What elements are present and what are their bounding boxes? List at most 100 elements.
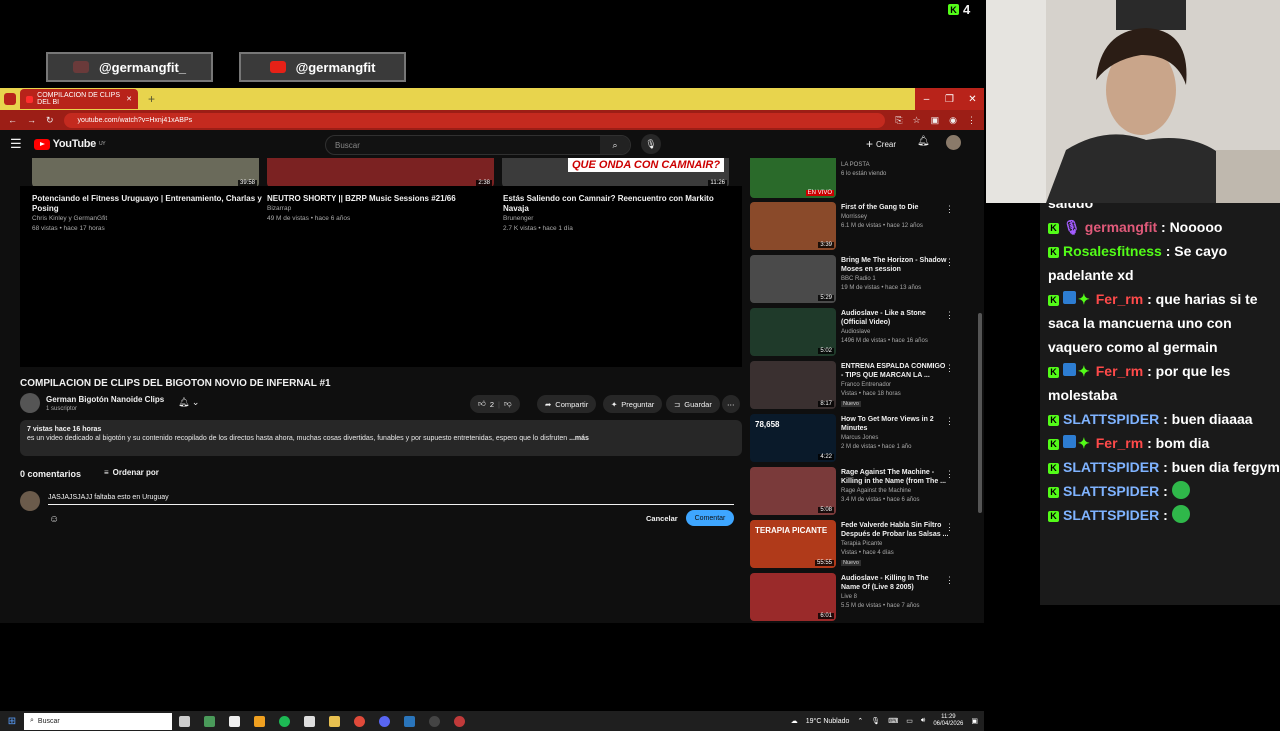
sidebar-thumbnail[interactable]: TERAPIA PICANTE 55:55 bbox=[750, 520, 836, 568]
sidebar-video-5[interactable]: 78,658 4:22 How To Get More Views in 2 Min… bbox=[750, 414, 964, 464]
share-button[interactable]: ➦ Compartir bbox=[537, 395, 597, 413]
chat-username[interactable]: Fer_rm bbox=[1096, 363, 1143, 379]
mic-icon[interactable]: 🎙 bbox=[871, 717, 880, 725]
taskbar-search[interactable]: ⌕ Buscar bbox=[24, 712, 172, 730]
sort-button[interactable]: ≡ Ordenar por bbox=[104, 468, 159, 477]
cancel-button[interactable]: Cancelar bbox=[646, 514, 678, 523]
keyboard-icon[interactable]: ⌨ bbox=[888, 717, 898, 725]
sidebar-video-3[interactable]: 5:02 Audioslave - Like a Stone (Official … bbox=[750, 308, 964, 358]
chat-username[interactable]: Rosalesfitness bbox=[1063, 243, 1162, 259]
chat-username[interactable]: Fer_rm bbox=[1096, 435, 1143, 451]
emoji-icon[interactable]: ☺ bbox=[49, 514, 59, 525]
scrollbar[interactable] bbox=[978, 313, 982, 513]
more-options-icon[interactable]: ⋮ bbox=[945, 575, 954, 586]
channel-name[interactable]: German Bigotón Nanoide Clips bbox=[46, 395, 164, 404]
comment-input[interactable]: JASJAJSJAJJ faltaba esto en Uruguay bbox=[48, 494, 734, 505]
notifications-icon[interactable]: 🔔︎ bbox=[917, 136, 930, 147]
calculator-icon[interactable] bbox=[197, 715, 222, 727]
chat-username[interactable]: Fer_rm bbox=[1096, 291, 1143, 307]
sidebar-thumbnail[interactable]: 5:08 bbox=[750, 467, 836, 515]
volume-icon[interactable]: 🔊︎ bbox=[921, 717, 925, 725]
related-video-1[interactable]: NEUTRO SHORTY || BZRP Music Sessions #21… bbox=[267, 194, 497, 224]
search-icon[interactable]: ⌕ bbox=[600, 136, 630, 154]
chrome-icon[interactable] bbox=[347, 715, 372, 727]
spotify-icon[interactable] bbox=[272, 715, 297, 727]
like-button[interactable]: 👍︎ 2 | 👎︎ bbox=[470, 395, 520, 413]
extensions-icon[interactable]: ▣ bbox=[931, 115, 940, 126]
notification-center-icon[interactable]: ▣ bbox=[971, 717, 978, 725]
discord-icon[interactable] bbox=[372, 715, 397, 727]
youtube-logo[interactable]: YouTube UY bbox=[33, 138, 106, 150]
sidebar-video-6[interactable]: 5:08 Rage Against The Machine - Killing i… bbox=[750, 467, 964, 517]
clock[interactable]: 11:29 06/04/2026 bbox=[933, 714, 963, 728]
network-icon[interactable]: ▭ bbox=[906, 717, 913, 725]
more-options-icon[interactable]: ⋮ bbox=[945, 522, 954, 533]
related-video-0[interactable]: Potenciando el Fitness Uruguayo | Entren… bbox=[32, 194, 262, 234]
sidebar-video-8[interactable]: 6:01 Audioslave - Killing In The Name Of … bbox=[750, 573, 964, 623]
weather-text[interactable]: 19°C Nublado bbox=[806, 718, 850, 725]
tray-chevron-icon[interactable]: ⌃ bbox=[857, 717, 863, 725]
profile-icon[interactable]: ◉ bbox=[949, 115, 957, 126]
more-options-icon[interactable]: ⋮ bbox=[945, 310, 954, 321]
windows-start-icon[interactable]: ⊞ bbox=[0, 716, 24, 727]
related-video-2[interactable]: Estás Saliendo con Camnair? Reencuentro … bbox=[503, 194, 733, 234]
sidebar-video-7[interactable]: TERAPIA PICANTE 55:55 Fede Valverde Habla … bbox=[750, 520, 964, 570]
more-options-icon[interactable]: ⋮ bbox=[945, 416, 954, 427]
more-options-icon[interactable]: ⋮ bbox=[945, 363, 954, 374]
related-thumb-1[interactable]: 2:38 bbox=[267, 158, 494, 188]
address-bar[interactable]: youtube.com/watch?v=Hxnj41xABPs bbox=[63, 112, 886, 128]
tab-menu-icon[interactable] bbox=[4, 93, 16, 105]
sidebar-thumbnail[interactable]: 3:39 bbox=[750, 202, 836, 250]
chat-username[interactable]: SLATTSPIDER bbox=[1063, 459, 1159, 475]
sidebar-thumbnail[interactable]: 78,658 4:22 bbox=[750, 414, 836, 462]
chat-username[interactable]: SLATTSPIDER bbox=[1063, 483, 1159, 499]
sidebar-video-1[interactable]: 3:39 First of the Gang to Die Morrissey 6.1… bbox=[750, 202, 964, 252]
voice-search-icon[interactable]: 🎙 bbox=[641, 134, 661, 154]
close-window-icon[interactable]: ✕ bbox=[961, 88, 984, 110]
minimize-icon[interactable]: – bbox=[915, 88, 938, 110]
submit-comment-button[interactable]: Comentar bbox=[686, 510, 734, 526]
sidebar-video-4[interactable]: 8:17 ENTRENA ESPALDA CONMIGO - TIPS QUE M… bbox=[750, 361, 964, 411]
browser-menu-icon[interactable]: ⋮ bbox=[967, 115, 976, 126]
steam-icon[interactable] bbox=[397, 715, 422, 727]
sidebar-video-0[interactable]: EN VIVO EN VIVO LA POSTA 6 lo están viendo bbox=[750, 158, 964, 200]
more-options-icon[interactable]: ⋮ bbox=[945, 204, 954, 215]
sidebar-video-2[interactable]: 5:29 Bring Me The Horizon - Shadow Moses … bbox=[750, 255, 964, 305]
save-button[interactable]: ⊐ Guardar bbox=[666, 395, 720, 413]
task-view-icon[interactable] bbox=[172, 715, 197, 727]
ask-button[interactable]: ✦ Preguntar bbox=[603, 395, 663, 413]
sidebar-thumbnail[interactable]: 8:17 bbox=[750, 361, 836, 409]
show-more-link[interactable]: ...más bbox=[569, 435, 589, 442]
channel-avatar[interactable] bbox=[20, 393, 40, 413]
capcut-icon[interactable] bbox=[297, 715, 322, 727]
back-icon[interactable]: ← bbox=[8, 115, 17, 125]
related-thumb-2[interactable]: QUE ONDA CON CAMNAIR? 11:26 bbox=[502, 158, 729, 188]
chat-username[interactable]: SLATTSPIDER bbox=[1063, 507, 1159, 523]
chat-username[interactable]: SLATTSPIDER bbox=[1063, 411, 1159, 427]
store-icon[interactable] bbox=[247, 715, 272, 727]
browser-app-icon[interactable] bbox=[447, 715, 472, 727]
forward-icon[interactable]: → bbox=[27, 115, 36, 125]
more-actions-icon[interactable]: ⋯ bbox=[722, 395, 740, 413]
video-app-icon[interactable] bbox=[222, 715, 247, 727]
new-tab-icon[interactable]: + bbox=[148, 92, 155, 106]
sidebar-thumbnail[interactable]: EN VIVO bbox=[750, 158, 836, 198]
create-button[interactable]: + Crear bbox=[866, 137, 896, 151]
sidebar-thumbnail[interactable]: 6:01 bbox=[750, 573, 836, 621]
more-options-icon[interactable]: ⋮ bbox=[945, 469, 954, 480]
more-options-icon[interactable]: ⋮ bbox=[945, 257, 954, 268]
chat-username[interactable]: germangfit bbox=[1085, 219, 1157, 235]
folder-icon[interactable] bbox=[322, 715, 347, 727]
related-thumb-0[interactable]: 39:58 bbox=[32, 158, 259, 188]
maximize-icon[interactable]: ❐ bbox=[938, 88, 961, 110]
search-input[interactable]: Buscar ⌕ bbox=[325, 135, 631, 155]
install-icon[interactable]: ⎘ bbox=[895, 115, 902, 126]
hamburger-menu-icon[interactable]: ☰ bbox=[10, 136, 22, 152]
description-box[interactable]: 7 vistas hace 16 horas es un video dedic… bbox=[20, 420, 742, 456]
obs-icon[interactable] bbox=[422, 715, 447, 727]
browser-tab[interactable]: COMPILACION DE CLIPS DEL BI ✕ bbox=[20, 89, 138, 109]
user-avatar[interactable] bbox=[946, 135, 961, 150]
thumbs-down-icon[interactable]: 👎︎ bbox=[504, 399, 512, 409]
subscription-bell-icon[interactable]: 🔔︎ ⌄ bbox=[178, 397, 199, 408]
reload-icon[interactable]: ↻ bbox=[46, 115, 54, 126]
